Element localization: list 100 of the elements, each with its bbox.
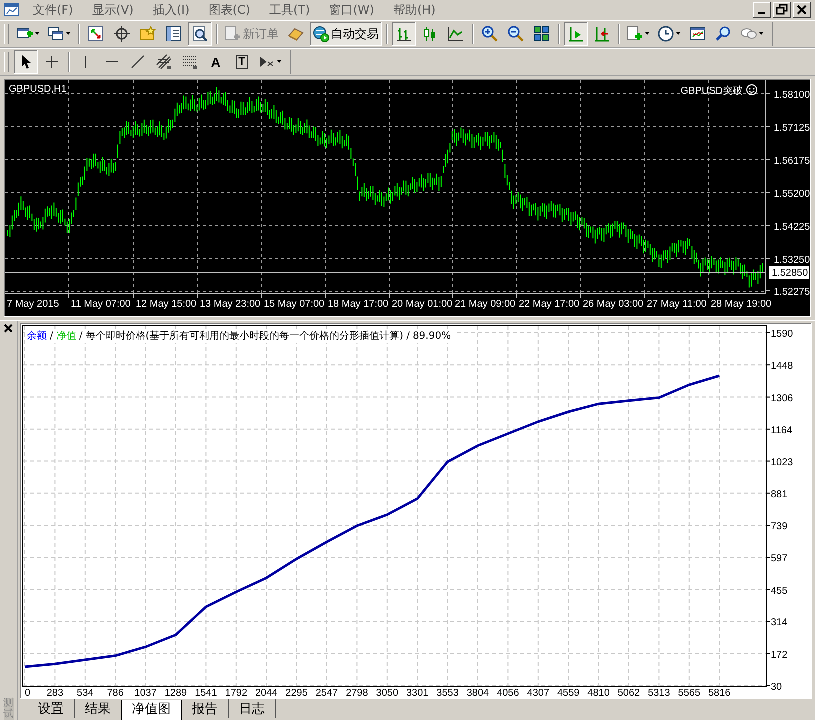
zoom-in-icon (482, 26, 498, 42)
axis-label: 2295 (286, 688, 308, 698)
axis-label: 739 (771, 522, 788, 533)
candlestick-icon (422, 26, 438, 42)
cursor-button[interactable] (14, 50, 38, 74)
text-label-button[interactable]: T (230, 50, 254, 74)
axis-label: 597 (771, 554, 788, 565)
axis-label: 1037 (134, 688, 157, 698)
auto-scroll-icon (568, 26, 584, 42)
menu-item[interactable]: 图表(C) (200, 2, 260, 18)
axis-label: 3301 (406, 688, 429, 698)
quotes-window-icon (88, 26, 104, 42)
tab[interactable]: 净值图 (121, 700, 182, 720)
axis-label: 2044 (255, 688, 278, 698)
tab[interactable]: 设置 (28, 699, 75, 718)
axis-label: 2798 (346, 688, 368, 698)
hatched-lines-icon (156, 54, 172, 70)
time-label: 11 May 07:00 (71, 299, 131, 310)
panel-title: 测试 (4, 698, 14, 720)
cross-cursor-icon (44, 54, 60, 70)
menu-item[interactable]: 显示(V) (83, 2, 144, 18)
close-icon[interactable] (4, 324, 13, 333)
horizontal-line-icon (106, 61, 118, 63)
time-label: 28 May 19:00 (711, 299, 772, 310)
tab[interactable]: 结果 (75, 699, 121, 718)
tab[interactable]: 报告 (182, 699, 229, 718)
clock-icon (658, 26, 674, 42)
time-label: 12 May 15:00 (136, 299, 197, 310)
app-icon[interactable] (4, 2, 20, 18)
axis-label: 30 (771, 682, 782, 693)
expert-name: GBPUSD突破 (680, 86, 743, 97)
chart-legend: 余额 / 净值 / 每个即时价格(基于所有可利用的最小时段的每一个价格的分形插值计算) / 89.90% (25, 329, 456, 343)
axis-label: 283 (46, 688, 64, 698)
speech-bubbles-icon (741, 26, 757, 42)
windows-icon (48, 26, 64, 42)
price-label: 1.53250 (774, 255, 810, 266)
chart-shift-icon (594, 26, 610, 42)
time-label: 22 May 17:00 (519, 299, 580, 310)
time-label: 18 May 17:00 (328, 299, 389, 310)
bars-button[interactable] (392, 22, 416, 46)
axis-label: 314 (771, 618, 788, 629)
axis-label: 3553 (436, 688, 459, 698)
axis-label: 1164 (771, 425, 793, 436)
dotted-lines-icon (182, 54, 198, 70)
menu-item[interactable]: 工具(T) (260, 2, 320, 18)
price-label: 1.58100 (774, 90, 810, 101)
time-label: 21 May 09:00 (455, 299, 516, 310)
chart-symbol: GBPUSD,H1 (9, 84, 67, 95)
menu-item[interactable]: 窗口(W) (320, 2, 384, 18)
smiley-icon (746, 84, 758, 96)
line-chart-icon (448, 26, 464, 42)
bar-chart-icon (396, 26, 412, 42)
restore-icon[interactable] (773, 2, 791, 18)
axis-label: 1289 (164, 688, 188, 698)
axis-label: 5816 (708, 688, 731, 698)
axis-label: 0 (25, 688, 31, 698)
text-button[interactable]: A (204, 50, 228, 74)
menu-item[interactable]: 帮助(H) (384, 2, 446, 18)
axis-label: 1306 (771, 393, 794, 404)
tester-button[interactable] (188, 22, 212, 46)
current-price-label: 1.52850 (769, 266, 809, 279)
axis-label: 455 (771, 586, 788, 597)
add-indicator-icon (627, 26, 643, 42)
axis-label: 786 (107, 688, 124, 698)
axis-label: 3050 (376, 688, 399, 698)
minimize-icon[interactable] (753, 2, 771, 18)
new-document-icon (225, 26, 241, 42)
axis-label: 4559 (557, 688, 580, 698)
time-label: 15 May 07:00 (264, 299, 325, 310)
price-label: 1.54225 (774, 222, 810, 233)
crosshair-icon (114, 26, 130, 42)
axis-label: 4056 (497, 688, 520, 698)
price-label: 1.56175 (774, 156, 810, 167)
axis-label: 1792 (225, 688, 248, 698)
list-window-icon (166, 26, 182, 42)
ingot-icon (288, 26, 304, 42)
tab[interactable]: 日志 (229, 699, 276, 718)
menu-item[interactable]: 插入(I) (144, 2, 200, 18)
search-icon (716, 26, 732, 42)
autoscroll-button[interactable] (564, 22, 588, 46)
tile-windows-icon (534, 26, 550, 42)
trend-line-icon (130, 54, 146, 70)
axis-label: 5062 (618, 688, 640, 698)
autotrade-button[interactable]: 自动交易 (310, 22, 382, 46)
time-label: 13 May 23:00 (200, 299, 261, 310)
zoom-out-icon (508, 26, 524, 42)
vertical-line-icon (85, 56, 87, 68)
price-label: 1.52275 (774, 287, 810, 298)
autotrade-icon (313, 26, 329, 42)
axis-label: 3804 (466, 688, 490, 698)
axis-label: 4810 (588, 688, 610, 698)
axis-label: 4307 (527, 688, 550, 698)
axis-label: 1023 (771, 457, 794, 468)
axis-label: 1448 (771, 361, 794, 372)
time-label: 7 May 2015 (7, 299, 60, 310)
menu-item[interactable]: 文件(F) (24, 2, 84, 18)
time-label: 20 May 01:00 (392, 299, 453, 310)
axis-label: 1541 (195, 688, 218, 698)
chart-template-icon (690, 26, 706, 42)
axis-label: 881 (771, 489, 788, 500)
